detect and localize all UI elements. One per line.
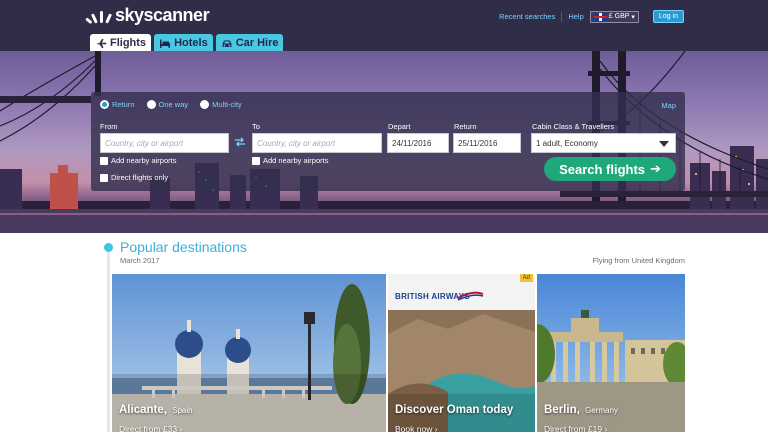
chevron-right-icon: ›: [604, 424, 608, 432]
popular-destinations-title: Popular destinations: [120, 239, 247, 255]
chevron-right-icon: ›: [434, 424, 438, 432]
flying-from-label: Flying from United Kingdom: [592, 256, 685, 265]
chevron-down-icon: ▾: [631, 13, 635, 21]
flight-search-form: Return One way Multi-city Map From Count…: [91, 92, 685, 191]
destination-card-berlin[interactable]: Berlin, Germany Direct from £19 ›: [537, 274, 685, 432]
logo-text: skyscanner: [115, 4, 210, 25]
from-label: From: [100, 122, 118, 131]
tab-label: Hotels: [174, 37, 208, 49]
cabin-travellers-select[interactable]: 1 adult, Economy: [531, 133, 676, 153]
checkbox: [100, 173, 108, 182]
price-text: Direct from £33: [119, 424, 178, 432]
to-input[interactable]: Country, city or airport: [252, 133, 382, 153]
timeline-dot: [104, 243, 113, 252]
checkbox-label: Add nearby airports: [111, 156, 177, 165]
direct-flights-checkbox[interactable]: Direct flights only: [100, 173, 168, 182]
country-name: Germany: [585, 406, 618, 415]
cabin-label: Cabin Class & Travellers: [532, 122, 615, 131]
radio-label: Return: [112, 100, 135, 109]
card-headline: Discover Oman today: [395, 404, 514, 416]
radio-one-way[interactable]: One way: [146, 100, 189, 109]
return-date-input[interactable]: 25/11/2016: [453, 133, 521, 153]
tab-car-hire[interactable]: Car Hire: [215, 34, 284, 52]
depart-date-input[interactable]: 24/11/2016: [387, 133, 449, 153]
nearby-from-checkbox[interactable]: Add nearby airports: [100, 156, 176, 165]
checkbox-label: Direct flights only: [111, 173, 169, 182]
recent-searches-link[interactable]: Recent searches: [499, 12, 555, 21]
radio-label: Multi-city: [212, 100, 242, 109]
search-button-label: Search flights: [559, 161, 646, 177]
dropdown-arrow-icon: [659, 141, 669, 147]
top-links: Recent searches Help £ GBP ▾ Log in: [499, 10, 684, 23]
swap-arrows-icon[interactable]: [234, 136, 246, 148]
uk-flag-icon: [593, 12, 607, 21]
city-name: Alicante,: [119, 404, 167, 416]
arrow-right-icon: ➔: [650, 161, 661, 176]
checkbox-label: Add nearby airports: [263, 156, 329, 165]
search-flights-button[interactable]: Search flights ➔: [544, 157, 676, 181]
depart-label: Depart: [388, 122, 411, 131]
help-link[interactable]: Help: [568, 12, 583, 21]
radio-button: [100, 100, 109, 109]
radio-multi-city[interactable]: Multi-city: [200, 100, 242, 109]
sunrise-logo-icon: [85, 7, 113, 25]
card-title: Discover Oman today: [395, 404, 513, 416]
tab-label: Flights: [110, 37, 147, 49]
to-label: To: [252, 122, 260, 131]
card-title: Berlin, Germany: [544, 404, 618, 416]
cabin-value: 1 adult, Economy: [536, 138, 598, 148]
city-name: Berlin,: [544, 404, 580, 416]
return-label: Return: [454, 122, 477, 131]
chevron-right-icon: ›: [179, 424, 183, 432]
divider: [561, 11, 563, 22]
login-button[interactable]: Log in: [652, 10, 684, 23]
currency-selector[interactable]: £ GBP ▾: [589, 10, 639, 23]
car-icon: [222, 40, 232, 47]
radio-label: One way: [158, 100, 189, 109]
top-header: skyscanner Recent searches Help £ GBP ▾ …: [0, 0, 768, 52]
ad-badge: Ad: [519, 274, 533, 282]
bed-icon: [160, 39, 171, 48]
hero-banner: Return One way Multi-city Map From Count…: [0, 51, 768, 233]
destination-card-oman-ad[interactable]: BRITISH AIRWAYS Ad Discover Oman today B…: [388, 274, 535, 432]
cta-text: Book now: [395, 424, 433, 432]
popular-date: March 2017: [120, 256, 160, 265]
tab-flights[interactable]: Flights: [90, 34, 152, 52]
nearby-to-checkbox[interactable]: Add nearby airports: [252, 156, 328, 165]
destination-card-alicante[interactable]: Alicante, Spain Direct from £33 ›: [112, 274, 386, 432]
card-price: Direct from £19 ›: [544, 424, 607, 432]
card-price: Direct from £33 ›: [119, 424, 182, 432]
timeline-line: [107, 243, 110, 432]
country-name: Spain: [172, 406, 193, 415]
radio-button: [200, 100, 210, 109]
plane-icon: [96, 38, 107, 48]
card-title: Alicante, Spain: [119, 404, 193, 416]
currency-label: £ GBP: [608, 13, 630, 20]
checkbox: [100, 156, 108, 165]
radio-button: [146, 100, 156, 109]
map-link[interactable]: Map: [661, 101, 676, 110]
british-airways-logo: BRITISH AIRWAYS: [395, 292, 470, 301]
from-input[interactable]: Country, city or airport: [100, 133, 229, 153]
card-cta: Book now ›: [395, 424, 438, 432]
product-tabs: Flights Hotels Car Hire: [90, 34, 284, 52]
skyscanner-logo[interactable]: skyscanner: [85, 4, 210, 25]
radio-return[interactable]: Return: [100, 100, 135, 109]
price-text: Direct from £19: [544, 424, 603, 432]
checkbox: [252, 156, 260, 165]
trip-type-options: Return One way Multi-city: [100, 100, 242, 109]
tab-hotels[interactable]: Hotels: [154, 34, 213, 52]
tab-label: Car Hire: [235, 37, 279, 49]
